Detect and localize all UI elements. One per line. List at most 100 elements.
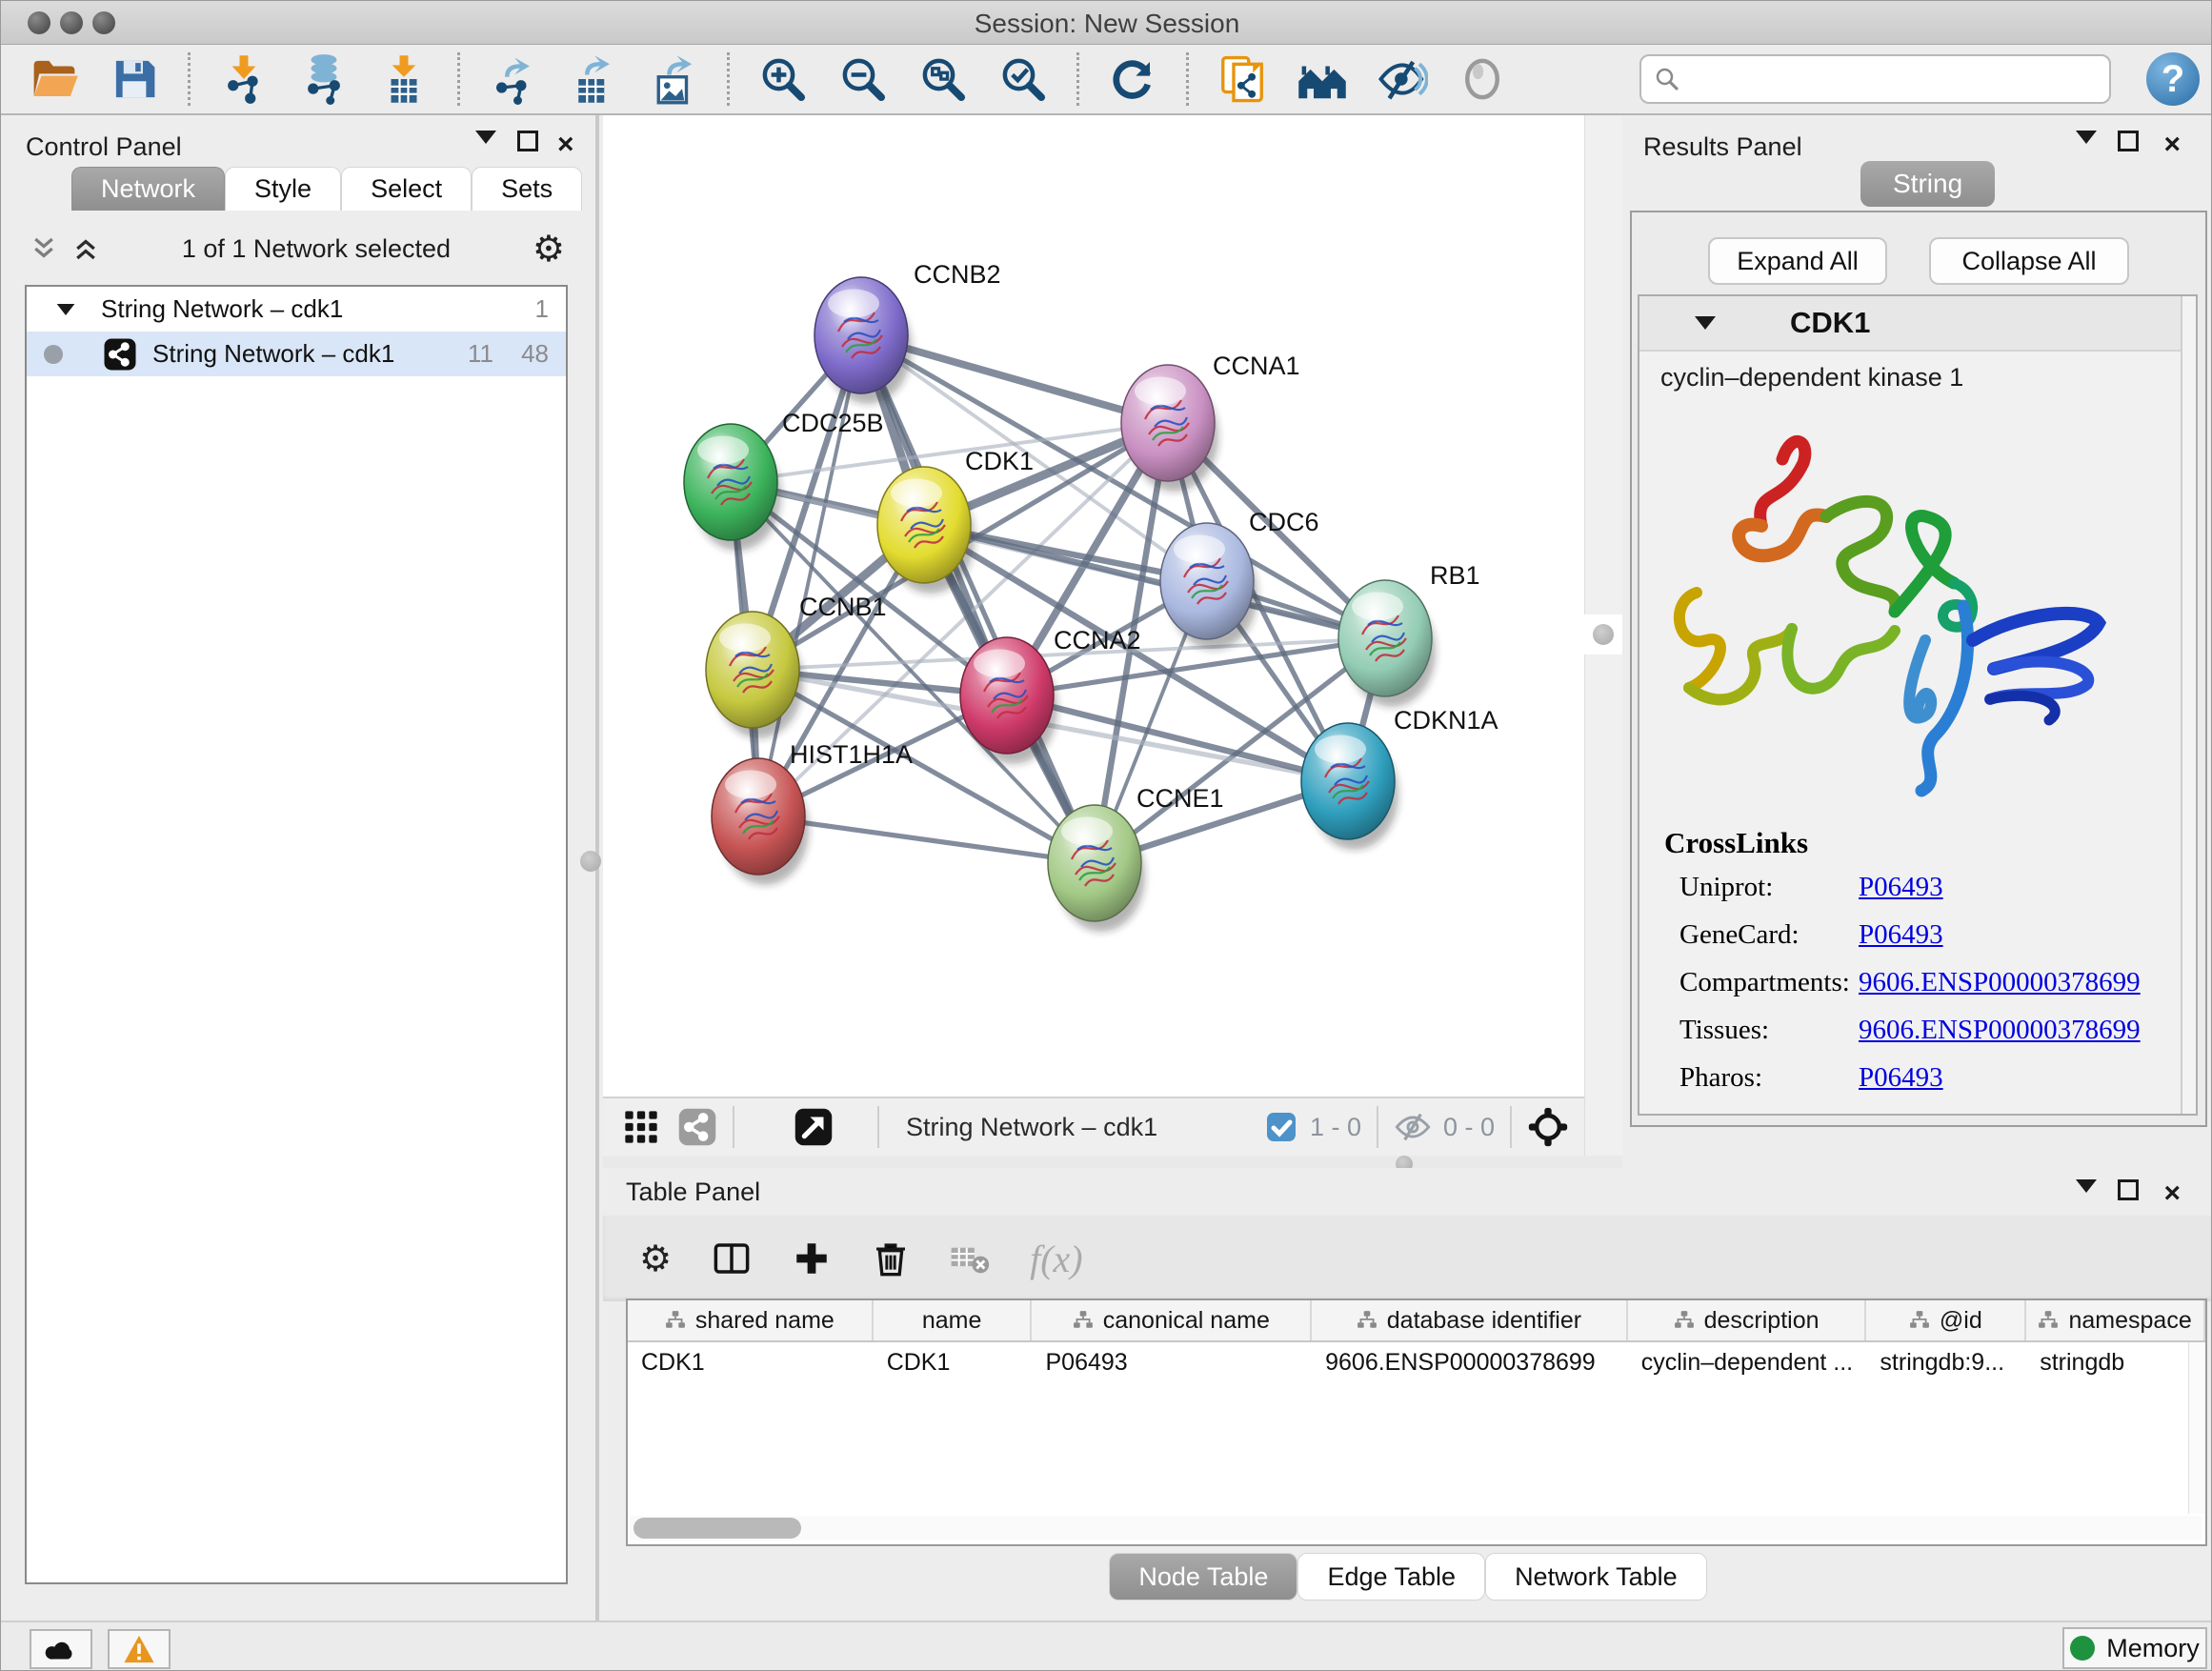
open-session-icon[interactable]	[28, 52, 81, 106]
network-node-CCNB2[interactable]: CCNB2	[814, 260, 1001, 404]
save-session-icon[interactable]	[108, 52, 161, 106]
crosslink-link[interactable]: P06493	[1859, 1062, 1943, 1094]
selected-checkbox-icon[interactable]	[1266, 1112, 1297, 1142]
warnings-button[interactable]	[108, 1629, 171, 1669]
table-panel-close-icon[interactable]: ×	[2163, 1179, 2181, 1208]
collection-expand-icon[interactable]	[57, 304, 75, 315]
gene-header-row[interactable]: CDK1	[1639, 296, 2196, 352]
tab-sets[interactable]: Sets	[472, 167, 582, 211]
expand-all-button[interactable]: Expand All	[1708, 237, 1887, 285]
table-row[interactable]: CDK1CDK1P064939606.ENSP00000378699cyclin…	[628, 1342, 2205, 1382]
left-splitter-handle[interactable]	[580, 851, 601, 872]
network-node-CCNE1[interactable]: CCNE1	[1048, 784, 1224, 932]
import-network-icon[interactable]	[217, 52, 271, 106]
network-canvas[interactable]: CCNB2CCNA1CDC25BCDK1CDC6RB1CCNB1CCNA2CDK…	[603, 115, 1584, 1097]
crosslink-link[interactable]: 9606.ENSP00000378699	[1859, 967, 2141, 998]
table-cell[interactable]: P06493	[1032, 1342, 1312, 1382]
tab-node-table[interactable]: Node Table	[1109, 1553, 1297, 1601]
network-selection-status: 1 of 1 Network selected	[100, 234, 533, 264]
clone-network-icon[interactable]	[1216, 52, 1269, 106]
tab-edge-table[interactable]: Edge Table	[1297, 1553, 1485, 1601]
zoom-selected-icon[interactable]	[996, 52, 1050, 106]
table-panel-collapse-icon[interactable]	[2076, 1179, 2097, 1193]
tab-network-table[interactable]: Network Table	[1485, 1553, 1707, 1601]
control-panel-close-icon[interactable]: ×	[557, 131, 574, 159]
crosslink-link[interactable]: P06493	[1859, 919, 1943, 951]
search-input[interactable]	[1681, 65, 2081, 94]
export-image-icon[interactable]	[647, 52, 700, 106]
results-scrollbar[interactable]	[2181, 296, 2196, 1114]
tab-network[interactable]: Network	[71, 167, 225, 211]
network-node-HIST1H1A[interactable]: HIST1H1A	[712, 740, 913, 885]
delete-column-icon[interactable]	[872, 1238, 910, 1278]
column-header-description[interactable]: description	[1628, 1300, 1867, 1340]
birdseye-crosshair-icon[interactable]	[1527, 1106, 1569, 1148]
column-header--id[interactable]: @id	[1866, 1300, 2026, 1340]
network-edge-HIST1H1A-CCNE1[interactable]	[758, 816, 1095, 863]
column-header-shared-name[interactable]: shared name	[628, 1300, 874, 1340]
network-node-CDK1[interactable]: CDK1	[877, 447, 1034, 594]
network-node-CDKN1A[interactable]: CDKN1A	[1301, 706, 1498, 850]
grid-view-icon[interactable]	[622, 1108, 660, 1146]
tab-string[interactable]: String	[1860, 161, 1995, 207]
network-options-gear-icon[interactable]: ⚙	[533, 231, 565, 267]
network-share-view-icon[interactable]	[677, 1107, 717, 1147]
zoom-fit-icon[interactable]	[916, 52, 970, 106]
table-cell[interactable]: stringdb	[2026, 1342, 2205, 1382]
table-cell[interactable]: stringdb:9...	[1866, 1342, 2026, 1382]
zoom-in-icon[interactable]	[756, 52, 810, 106]
refresh-view-icon[interactable]	[1106, 52, 1159, 106]
network-collection-row[interactable]: String Network – cdk1 1	[27, 287, 566, 332]
results-panel-collapse-icon[interactable]	[2076, 131, 2097, 144]
scrollbar-thumb[interactable]	[633, 1518, 801, 1539]
table-cell[interactable]: cyclin–dependent ...	[1628, 1342, 1867, 1382]
crosslink-label: Uniprot:	[1679, 872, 1859, 903]
right-splitter-handle[interactable]	[1584, 614, 1622, 654]
show-columns-icon[interactable]	[712, 1238, 752, 1278]
results-panel-close-icon[interactable]: ×	[2163, 131, 2181, 159]
memory-button[interactable]: Memory	[2062, 1627, 2207, 1669]
column-header-database-identifier[interactable]: database identifier	[1312, 1300, 1628, 1340]
table-cell[interactable]: CDK1	[628, 1342, 874, 1382]
results-panel-float-icon[interactable]	[2118, 131, 2139, 151]
table-vertical-scrollbar[interactable]	[2188, 1342, 2205, 1514]
node-table[interactable]: shared namenamecanonical namedatabase id…	[626, 1299, 2207, 1546]
network-node-CDC6[interactable]: CDC6	[1160, 508, 1319, 650]
tab-style[interactable]: Style	[225, 167, 341, 211]
toolbar-search-box[interactable]	[1639, 54, 2111, 104]
network-node-CCNA1[interactable]: CCNA1	[1121, 352, 1300, 492]
first-neighbors-icon[interactable]	[1296, 52, 1349, 106]
column-header-name[interactable]: name	[874, 1300, 1033, 1340]
results-panel-title: Results Panel	[1643, 132, 1802, 162]
show-hide-graphics-icon[interactable]	[1376, 52, 1429, 106]
collapse-all-networks-icon[interactable]	[30, 234, 58, 263]
tab-select[interactable]: Select	[341, 167, 472, 211]
network-node-CDC25B[interactable]: CDC25B	[684, 409, 884, 551]
level-of-detail-icon[interactable]	[1456, 52, 1509, 106]
export-table-icon[interactable]	[567, 52, 620, 106]
help-icon[interactable]: ?	[2146, 52, 2200, 106]
import-network-database-icon[interactable]	[297, 52, 351, 106]
export-network-icon[interactable]	[487, 52, 540, 106]
table-cell[interactable]: CDK1	[874, 1342, 1033, 1382]
column-header-namespace[interactable]: namespace	[2026, 1300, 2205, 1340]
crosslink-link[interactable]: 9606.ENSP00000378699	[1859, 1015, 2141, 1046]
network-node-RB1[interactable]: RB1	[1338, 561, 1480, 707]
table-options-gear-icon[interactable]: ⚙	[639, 1240, 672, 1277]
control-panel-float-icon[interactable]	[517, 131, 538, 151]
zoom-out-icon[interactable]	[836, 52, 890, 106]
detach-view-icon[interactable]	[794, 1107, 834, 1147]
table-cell[interactable]: 9606.ENSP00000378699	[1312, 1342, 1628, 1382]
collapse-all-button[interactable]: Collapse All	[1929, 237, 2129, 285]
import-table-icon[interactable]	[377, 52, 431, 106]
column-header-canonical-name[interactable]: canonical name	[1032, 1300, 1312, 1340]
control-panel-collapse-icon[interactable]	[475, 131, 496, 144]
expand-all-networks-icon[interactable]	[71, 234, 100, 263]
create-column-icon[interactable]	[792, 1238, 832, 1278]
network-row[interactable]: String Network – cdk1 11 48	[27, 332, 566, 376]
gene-expand-icon[interactable]	[1695, 316, 1716, 330]
table-panel-float-icon[interactable]	[2118, 1179, 2139, 1200]
crosslink-link[interactable]: P06493	[1859, 872, 1943, 903]
table-horizontal-scrollbar[interactable]	[630, 1516, 2202, 1540]
cloud-status-button[interactable]	[30, 1629, 92, 1669]
